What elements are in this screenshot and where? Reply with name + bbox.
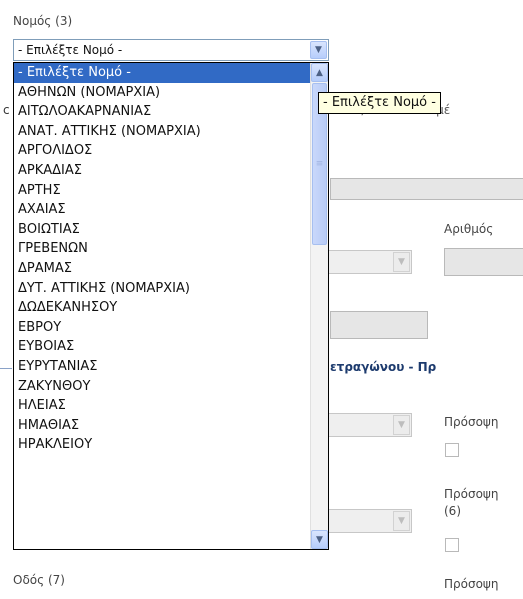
nomos-options: - Επιλέξτε Νομό - ΑΘΗΝΩΝ (ΝΟΜΑΡΧΙΑ) ΑΙΤΩΛΟ… <box>14 63 311 455</box>
prosopsi-label-2: Πρόσοψη <box>444 487 499 501</box>
list-item[interactable]: ΔΩΔΕΚΑΝΗΣΟΥ <box>14 298 311 318</box>
nomos-dropdown-list[interactable]: - Επιλέξτε Νομό - ΑΘΗΝΩΝ (ΝΟΜΑΡΧΙΑ) ΑΙΤΩΛΟ… <box>13 62 329 550</box>
prosopsi-number: (6) <box>444 504 461 518</box>
nomos-selected-value: - Επιλέξτε Νομό - <box>18 43 123 57</box>
section-heading: ετραγώνου - Πρ <box>330 360 437 374</box>
list-item[interactable]: ΑΧΑΙΑΣ <box>14 200 311 220</box>
disabled-dropdown-3: ▼ <box>325 509 412 533</box>
arithmos-field <box>444 248 523 276</box>
arithmos-label: Αριθμός <box>444 222 494 236</box>
option-tooltip: - Επιλέξτε Νομό - <box>318 92 441 114</box>
prosopsi-checkbox-1[interactable] <box>445 443 459 457</box>
prosopsi-label-1: Πρόσοψη <box>444 415 499 429</box>
list-scrollbar[interactable]: ▲ ≡ ▼ <box>310 63 328 549</box>
list-item[interactable]: ΑΡΚΑΔΙΑΣ <box>14 161 311 181</box>
scroll-down-icon[interactable]: ▼ <box>311 530 328 549</box>
grey-input-field <box>330 178 523 200</box>
nomos-label: Νομός (3) <box>13 14 73 28</box>
list-item[interactable]: ΔΡΑΜΑΣ <box>14 259 311 279</box>
odos-label: Οδός (7) <box>13 573 65 587</box>
list-item[interactable]: ΕΥΒΟΙΑΣ <box>14 337 311 357</box>
list-item[interactable]: ΑΝΑΤ. ΑΤΤΙΚΗΣ (ΝΟΜΑΡΧΙΑ) <box>14 122 311 142</box>
chevron-down-icon[interactable]: ▼ <box>310 41 327 59</box>
nomos-select[interactable]: - Επιλέξτε Νομό - ▼ <box>13 39 329 61</box>
prosopsi-checkbox-2[interactable] <box>445 538 459 552</box>
list-item[interactable]: ΑΡΤΗΣ <box>14 181 311 201</box>
list-item[interactable]: ΓΡΕΒΕΝΩΝ <box>14 239 311 259</box>
scroll-up-icon[interactable]: ▲ <box>311 63 328 82</box>
list-item[interactable]: ΑΘΗΝΩΝ (ΝΟΜΑΡΧΙΑ) <box>14 83 311 103</box>
list-item[interactable]: ΗΜΑΘΙΑΣ <box>14 416 311 436</box>
list-item[interactable]: ΗΡΑΚΛΕΙΟΥ <box>14 435 311 455</box>
list-item[interactable]: ΑΡΓΟΛΙΔΟΣ <box>14 141 311 161</box>
disabled-dropdown-1: ▼ <box>325 250 412 274</box>
chevron-down-icon: ▼ <box>393 511 410 531</box>
grey-small-field <box>330 311 428 339</box>
list-item[interactable]: ΕΥΡΥΤΑΝΙΑΣ <box>14 357 311 377</box>
disabled-dropdown-2: ▼ <box>325 413 412 437</box>
list-item[interactable]: ΑΙΤΩΛΟΑΚΑΡΝΑΝΙΑΣ <box>14 102 311 122</box>
list-item[interactable]: ΖΑΚΥΝΘΟΥ <box>14 377 311 397</box>
list-item[interactable]: ΗΛΕΙΑΣ <box>14 396 311 416</box>
list-item-selected[interactable]: - Επιλέξτε Νομό - <box>14 63 311 83</box>
prosopsi-label-3: Πρόσοψη <box>444 577 499 591</box>
divider-line <box>0 368 12 369</box>
chevron-down-icon: ▼ <box>393 252 410 272</box>
partial-text-c: c <box>3 103 10 117</box>
list-item[interactable]: ΒΟΙΩΤΙΑΣ <box>14 220 311 240</box>
chevron-down-icon: ▼ <box>393 415 410 435</box>
list-item[interactable]: ΕΒΡΟΥ <box>14 318 311 338</box>
list-item[interactable]: ΔΥΤ. ΑΤΤΙΚΗΣ (ΝΟΜΑΡΧΙΑ) <box>14 279 311 299</box>
